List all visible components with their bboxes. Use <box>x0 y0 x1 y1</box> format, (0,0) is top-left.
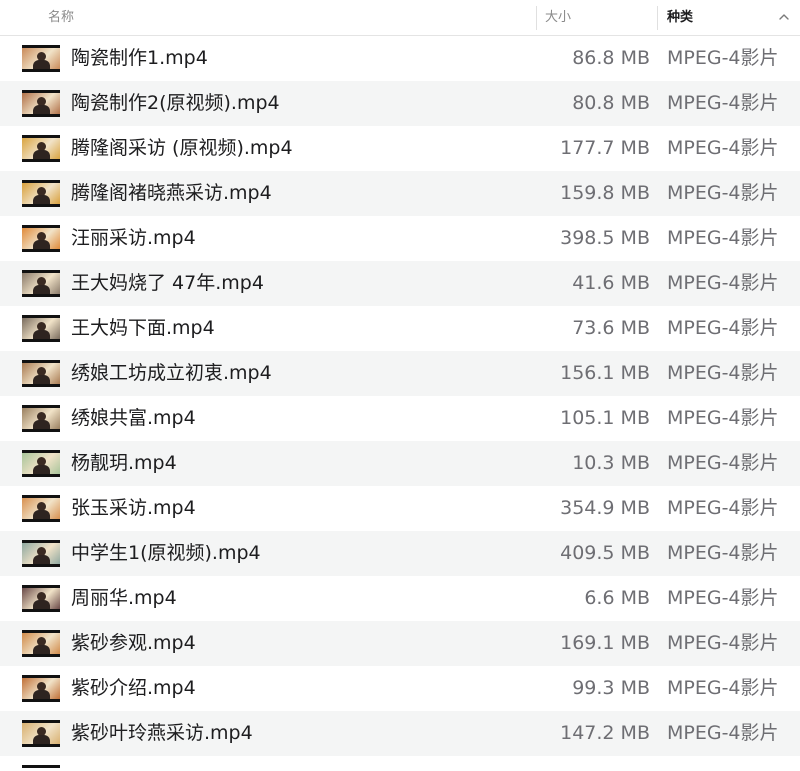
video-thumbnail-icon <box>22 450 60 477</box>
file-size: 73.6 MB <box>572 317 650 339</box>
file-name: 腾隆阁采访 (原视频).mp4 <box>71 137 293 159</box>
video-thumbnail-icon <box>22 45 60 72</box>
file-kind: MPEG-4影片 <box>667 47 779 69</box>
file-list: 陶瓷制作1.mp4 86.8 MB MPEG-4影片 陶瓷制作2(原视频).mp… <box>0 36 800 768</box>
file-name: 王大妈下面.mp4 <box>71 317 215 339</box>
file-kind: MPEG-4影片 <box>667 317 779 339</box>
file-name: 王大妈烧了 47年.mp4 <box>71 272 264 294</box>
video-thumbnail-icon <box>22 585 60 612</box>
video-thumbnail-icon <box>22 540 60 567</box>
file-row[interactable]: 紫砂介绍.mp4 99.3 MB MPEG-4影片 <box>0 666 800 711</box>
file-row[interactable]: 杨靓玥.mp4 10.3 MB MPEG-4影片 <box>0 441 800 486</box>
column-divider[interactable] <box>657 6 658 30</box>
file-row[interactable]: 张玉采访.mp4 354.9 MB MPEG-4影片 <box>0 486 800 531</box>
video-thumbnail-icon <box>22 495 60 522</box>
file-size: 6.6 MB <box>584 587 650 609</box>
file-name: 杨靓玥.mp4 <box>71 452 177 474</box>
file-kind: MPEG-4影片 <box>667 632 779 654</box>
file-size: 99.3 MB <box>572 677 650 699</box>
file-row[interactable]: 腾隆阁采访 (原视频).mp4 177.7 MB MPEG-4影片 <box>0 126 800 171</box>
video-thumbnail-icon <box>22 675 60 702</box>
file-row[interactable]: 王大妈下面.mp4 73.6 MB MPEG-4影片 <box>0 306 800 351</box>
file-row[interactable]: 汪丽采访.mp4 398.5 MB MPEG-4影片 <box>0 216 800 261</box>
file-size: 159.8 MB <box>560 182 650 204</box>
video-thumbnail-icon <box>22 180 60 207</box>
file-kind: MPEG-4影片 <box>667 542 779 564</box>
file-row[interactable]: 紫砂叶玲燕采访.mp4 147.2 MB MPEG-4影片 <box>0 711 800 756</box>
video-thumbnail-icon <box>22 270 60 297</box>
video-thumbnail-icon <box>22 315 60 342</box>
video-thumbnail-icon <box>22 90 60 117</box>
column-header: 名称 大小 种类 <box>0 0 800 36</box>
file-row-partial[interactable] <box>0 756 800 768</box>
file-name: 陶瓷制作2(原视频).mp4 <box>71 92 280 114</box>
file-size: 177.7 MB <box>560 137 650 159</box>
file-row[interactable]: 腾隆阁褚晓燕采访.mp4 159.8 MB MPEG-4影片 <box>0 171 800 216</box>
file-size: 147.2 MB <box>560 722 650 744</box>
file-kind: MPEG-4影片 <box>667 272 779 294</box>
file-row[interactable]: 陶瓷制作2(原视频).mp4 80.8 MB MPEG-4影片 <box>0 81 800 126</box>
file-size: 86.8 MB <box>572 47 650 69</box>
file-size: 409.5 MB <box>560 542 650 564</box>
kind-column-header[interactable]: 种类 <box>667 0 693 35</box>
file-kind: MPEG-4影片 <box>667 92 779 114</box>
video-thumbnail-icon <box>22 135 60 162</box>
file-kind: MPEG-4影片 <box>667 227 779 249</box>
file-size: 169.1 MB <box>560 632 650 654</box>
file-kind: MPEG-4影片 <box>667 587 779 609</box>
file-kind: MPEG-4影片 <box>667 452 779 474</box>
file-kind: MPEG-4影片 <box>667 407 779 429</box>
file-row[interactable]: 绣娘工坊成立初衷.mp4 156.1 MB MPEG-4影片 <box>0 351 800 396</box>
file-row[interactable]: 周丽华.mp4 6.6 MB MPEG-4影片 <box>0 576 800 621</box>
video-thumbnail-icon <box>22 765 60 768</box>
column-divider[interactable] <box>536 6 537 30</box>
file-name: 张玉采访.mp4 <box>71 497 196 519</box>
video-thumbnail-icon <box>22 720 60 747</box>
file-name: 绣娘共富.mp4 <box>71 407 196 429</box>
file-kind: MPEG-4影片 <box>667 497 779 519</box>
file-size: 105.1 MB <box>560 407 650 429</box>
file-size: 80.8 MB <box>572 92 650 114</box>
size-column-header[interactable]: 大小 <box>545 0 571 35</box>
file-row[interactable]: 陶瓷制作1.mp4 86.8 MB MPEG-4影片 <box>0 36 800 81</box>
video-thumbnail-icon <box>22 405 60 432</box>
file-size: 41.6 MB <box>572 272 650 294</box>
video-thumbnail-icon <box>22 360 60 387</box>
video-thumbnail-icon <box>22 225 60 252</box>
file-size: 10.3 MB <box>572 452 650 474</box>
file-name: 中学生1(原视频).mp4 <box>71 542 261 564</box>
file-row[interactable]: 紫砂参观.mp4 169.1 MB MPEG-4影片 <box>0 621 800 666</box>
file-name: 紫砂叶玲燕采访.mp4 <box>71 722 253 744</box>
file-name: 周丽华.mp4 <box>71 587 177 609</box>
file-name: 腾隆阁褚晓燕采访.mp4 <box>71 182 272 204</box>
file-row[interactable]: 绣娘共富.mp4 105.1 MB MPEG-4影片 <box>0 396 800 441</box>
file-kind: MPEG-4影片 <box>667 677 779 699</box>
name-column-header[interactable]: 名称 <box>48 0 74 35</box>
file-kind: MPEG-4影片 <box>667 182 779 204</box>
file-size: 354.9 MB <box>560 497 650 519</box>
file-name: 汪丽采访.mp4 <box>71 227 196 249</box>
file-row[interactable]: 中学生1(原视频).mp4 409.5 MB MPEG-4影片 <box>0 531 800 576</box>
file-kind: MPEG-4影片 <box>667 722 779 744</box>
file-name: 绣娘工坊成立初衷.mp4 <box>71 362 272 384</box>
file-size: 156.1 MB <box>560 362 650 384</box>
sort-ascending-chevron-icon[interactable] <box>778 11 790 23</box>
file-kind: MPEG-4影片 <box>667 137 779 159</box>
file-name: 紫砂参观.mp4 <box>71 632 196 654</box>
file-name: 陶瓷制作1.mp4 <box>71 47 208 69</box>
file-row[interactable]: 王大妈烧了 47年.mp4 41.6 MB MPEG-4影片 <box>0 261 800 306</box>
file-name: 紫砂介绍.mp4 <box>71 677 196 699</box>
file-kind: MPEG-4影片 <box>667 362 779 384</box>
video-thumbnail-icon <box>22 630 60 657</box>
file-size: 398.5 MB <box>560 227 650 249</box>
